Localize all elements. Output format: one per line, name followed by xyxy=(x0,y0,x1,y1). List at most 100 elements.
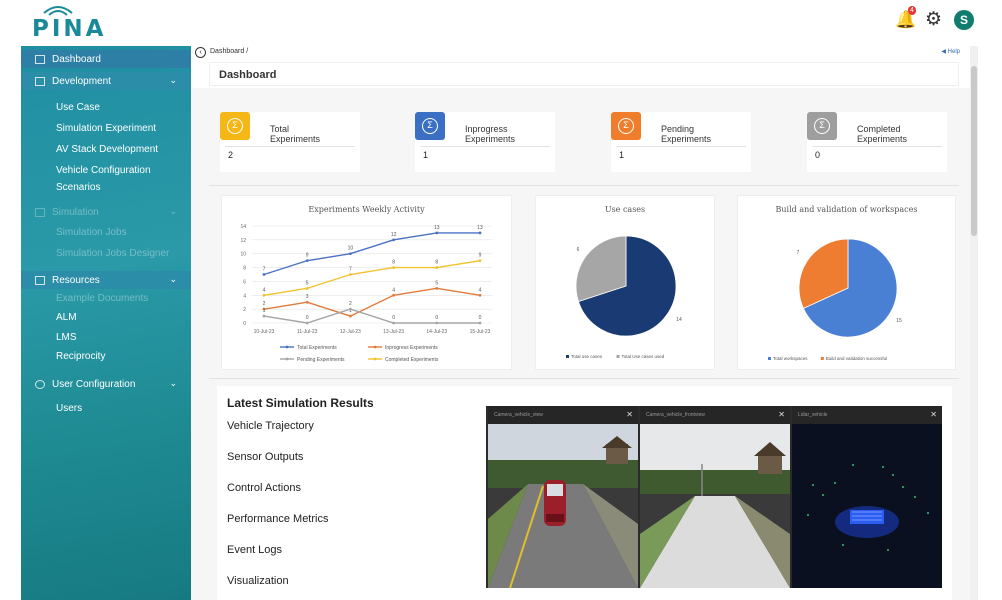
result-item-performance-metrics[interactable]: Performance Metrics xyxy=(227,513,328,525)
sidebar-item-use-case[interactable]: Use Case xyxy=(56,102,100,113)
line-chart-svg: 0246810121410-Jul-23 11-Jul-23 12-Jul-23 13… xyxy=(240,224,492,363)
scrollbar[interactable] xyxy=(970,46,978,600)
camera-front-view-panel[interactable]: Camera_vehicle_frontview ✕ xyxy=(640,406,790,588)
sidebar-item-dashboard[interactable]: Dashboard xyxy=(21,50,191,68)
data-point xyxy=(435,286,439,290)
sidebar-item-reciprocity[interactable]: Reciprocity xyxy=(56,351,105,362)
collapse-sidebar-icon[interactable]: ‹ xyxy=(195,47,206,58)
data-label: 8 xyxy=(392,260,395,266)
data-point xyxy=(392,321,395,325)
stat-card-value: 1 xyxy=(619,150,625,160)
avatar[interactable]: S xyxy=(954,10,974,30)
pie-chart-svg: 14 6 Total use cases Total Use cases used xyxy=(566,235,682,359)
stat-card-pending[interactable]: Σ Pending Experiments 1 xyxy=(611,112,751,172)
result-item-vehicle-trajectory[interactable]: Vehicle Trajectory xyxy=(227,420,314,432)
sidebar-item-simulation-jobs-designer[interactable]: Simulation Jobs Designer xyxy=(56,248,169,259)
sidebar-item-simulation[interactable]: Simulation ⌄ xyxy=(21,203,191,221)
legend-label: Inprogress Experiments xyxy=(385,345,438,351)
legend-marker xyxy=(373,345,377,349)
result-item-visualization[interactable]: Visualization xyxy=(227,575,289,587)
scroll-thumb[interactable] xyxy=(971,66,977,236)
x-tick-label: 10-Jul-23 xyxy=(254,329,275,335)
data-point xyxy=(349,273,352,276)
stat-card-icon-box: Σ xyxy=(220,112,250,140)
stat-card-total[interactable]: Σ Total Experiments 2 xyxy=(220,112,360,172)
legend-marker xyxy=(373,357,377,361)
divider xyxy=(225,146,355,147)
data-point xyxy=(305,259,309,263)
gear-icon[interactable]: ⚙ xyxy=(925,10,942,30)
pie-data-label: 6 xyxy=(577,247,580,253)
sigma-icon: Σ xyxy=(422,118,438,134)
data-label: 13 xyxy=(434,225,440,231)
lidar-view-panel[interactable]: Lidar_vehicle ✕ xyxy=(792,406,942,588)
grid-icon xyxy=(35,54,45,64)
page-title-bar: Dashboard xyxy=(209,62,959,86)
y-tick-label: 2 xyxy=(243,307,246,313)
legend-label: Total Use cases used xyxy=(622,354,665,359)
data-point xyxy=(305,321,309,325)
data-label: 4 xyxy=(263,287,266,293)
notification-bell-icon[interactable]: 🔔 4 xyxy=(895,6,916,30)
stat-card-icon-box: Σ xyxy=(807,112,837,140)
legend-label: Total workspaces xyxy=(773,356,808,361)
divider xyxy=(812,146,942,147)
data-point xyxy=(305,300,309,304)
sidebar-item-users[interactable]: Users xyxy=(56,403,82,414)
data-label: 4 xyxy=(479,287,482,293)
close-icon[interactable]: ✕ xyxy=(930,410,937,419)
top-bar: PINA 🔔 4 ⚙ S xyxy=(0,0,1002,44)
sidebar-item-user-configuration[interactable]: User Configuration ⌄ xyxy=(21,375,191,393)
sidebar: Dashboard Development ⌄ Use Case Simulat… xyxy=(21,46,191,600)
camera-view-panel[interactable]: Camera_vehicle_view ✕ xyxy=(488,406,638,588)
simulation-icon xyxy=(35,207,45,217)
close-icon[interactable]: ✕ xyxy=(778,410,785,419)
data-label: 3 xyxy=(306,294,309,300)
breadcrumb: ‹ Dashboard / ◀ Help xyxy=(192,46,970,60)
pie-chart-svg: 15 7 Total workspaces Build and validation … xyxy=(768,238,902,361)
result-item-event-logs[interactable]: Event Logs xyxy=(227,544,282,556)
stat-card-inprogress[interactable]: Σ Inprogress Experiments 1 xyxy=(415,112,555,172)
pie-data-label: 15 xyxy=(896,318,902,324)
section-title: Latest Simulation Results xyxy=(227,396,374,410)
result-item-control-actions[interactable]: Control Actions xyxy=(227,482,301,494)
logo-wave-icon xyxy=(43,6,73,16)
data-point xyxy=(262,273,266,276)
data-point xyxy=(349,307,352,311)
stat-card-value: 2 xyxy=(228,150,234,160)
sidebar-item-resources[interactable]: Resources ⌄ xyxy=(21,271,191,289)
data-point xyxy=(392,266,395,269)
stat-card-completed[interactable]: Σ Completed Experiments 0 xyxy=(807,112,947,172)
chevron-down-icon: ⌄ xyxy=(169,75,177,85)
data-point xyxy=(349,314,352,318)
sigma-icon: Σ xyxy=(618,118,634,134)
sidebar-item-example-documents[interactable]: Example Documents xyxy=(56,293,148,304)
data-label: 7 xyxy=(263,267,266,273)
x-tick-label: 14-Jul-23 xyxy=(426,329,447,335)
sidebar-item-scenarios[interactable]: Scenarios xyxy=(56,182,100,193)
data-point xyxy=(435,231,439,235)
x-tick-label: 15-Jul-23 xyxy=(470,329,491,335)
data-label: 5 xyxy=(435,280,438,286)
sidebar-item-vehicle-configuration[interactable]: Vehicle Configuration xyxy=(56,165,151,176)
notification-badge: 4 xyxy=(908,6,916,15)
close-icon[interactable]: ✕ xyxy=(626,410,633,419)
app-logo[interactable]: PINA xyxy=(32,3,142,42)
data-point xyxy=(478,293,482,297)
sidebar-item-lms[interactable]: LMS xyxy=(56,332,77,343)
sidebar-item-av-stack-development[interactable]: AV Stack Development xyxy=(56,144,158,155)
breadcrumb-path[interactable]: Dashboard / xyxy=(210,48,248,55)
lidar-pointcloud-image xyxy=(792,424,942,588)
sidebar-item-simulation-experiment[interactable]: Simulation Experiment xyxy=(56,123,156,134)
sidebar-item-alm[interactable]: ALM xyxy=(56,312,77,323)
help-link[interactable]: ◀ Help xyxy=(941,48,960,55)
data-label: 2 xyxy=(263,301,266,307)
result-item-sensor-outputs[interactable]: Sensor Outputs xyxy=(227,451,303,463)
data-point xyxy=(349,252,352,256)
resources-icon xyxy=(35,275,45,285)
sidebar-item-development[interactable]: Development ⌄ xyxy=(21,72,191,90)
data-label: 0 xyxy=(435,315,438,321)
sidebar-item-simulation-jobs[interactable]: Simulation Jobs xyxy=(56,227,127,238)
data-point xyxy=(435,321,439,325)
data-point xyxy=(478,321,482,325)
